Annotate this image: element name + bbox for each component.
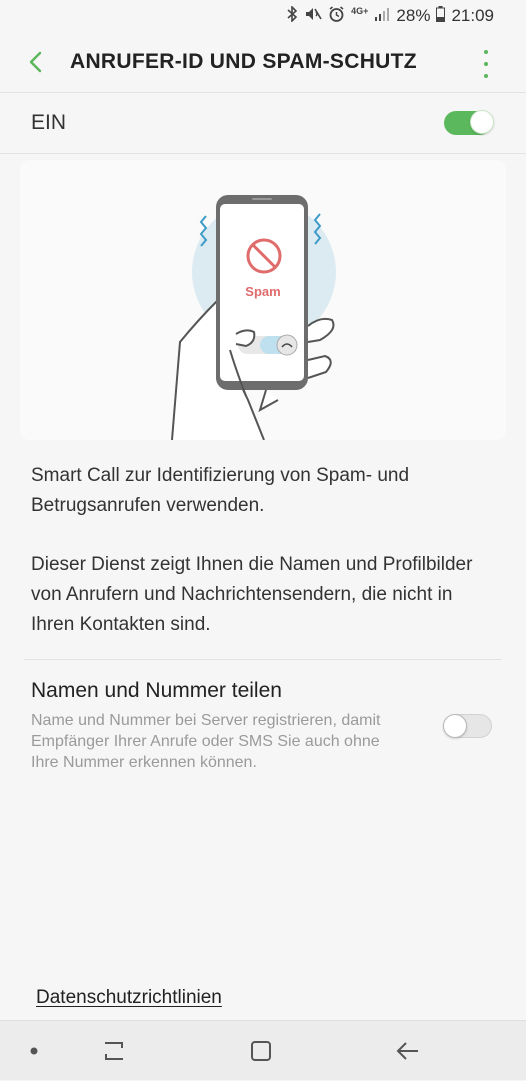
network-4g-icon: 4G+ <box>351 6 369 16</box>
master-switch-label: EIN <box>31 111 67 134</box>
divider <box>24 659 502 660</box>
dot-icon[interactable] <box>22 1021 46 1081</box>
back-icon[interactable] <box>388 1021 428 1081</box>
description-paragraph-2: Dieser Dienst zeigt Ihnen die Namen und … <box>31 554 473 635</box>
master-toggle-switch[interactable] <box>444 110 494 135</box>
clock: 21:09 <box>451 6 494 25</box>
recents-icon[interactable] <box>94 1021 134 1081</box>
share-setting-subtitle: Name und Nummer bei Server registrieren,… <box>31 712 381 771</box>
chevron-left-icon <box>29 51 42 73</box>
master-switch-row[interactable]: EIN <box>0 92 526 154</box>
illustration-card: Spam <box>20 160 506 440</box>
privacy-policy-link[interactable]: Datenschutzrichtlinien <box>36 987 222 1009</box>
share-toggle-switch[interactable] <box>443 714 492 738</box>
spam-label: Spam <box>245 284 280 299</box>
app-bar: ANRUFER-ID UND SPAM-SCHUTZ <box>0 32 526 92</box>
back-button[interactable] <box>4 32 66 92</box>
description-paragraph-1: Smart Call zur Identifizierung von Spam-… <box>31 465 410 516</box>
page-title: ANRUFER-ID UND SPAM-SCHUTZ <box>70 50 417 73</box>
battery-icon <box>436 6 446 26</box>
more-vert-icon <box>484 50 488 54</box>
spam-call-illustration: Spam <box>171 195 336 440</box>
navigation-bar <box>0 1020 526 1080</box>
status-bar: 4G+ 28% 21:09 <box>0 0 526 32</box>
share-setting-title: Namen und Nummer teilen <box>31 679 282 702</box>
more-options-button[interactable] <box>474 50 498 78</box>
alarm-icon <box>328 5 345 27</box>
battery-percent: 28% <box>396 6 431 25</box>
home-icon[interactable] <box>241 1021 281 1081</box>
mute-icon <box>304 6 322 26</box>
bluetooth-icon <box>286 5 298 26</box>
signal-icon <box>374 7 390 25</box>
